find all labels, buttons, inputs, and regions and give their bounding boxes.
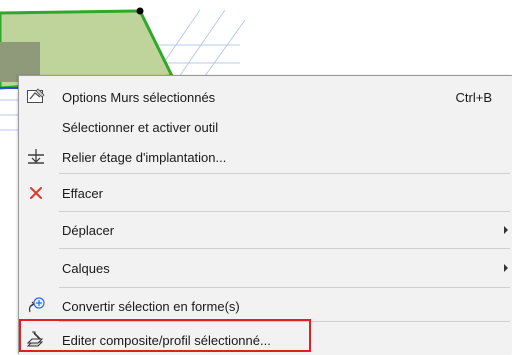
submenu-arrow-icon <box>504 226 508 234</box>
menu-separator <box>59 287 510 288</box>
menu-item-label: Déplacer <box>62 222 115 238</box>
menu-item-shortcut: Ctrl+B <box>455 89 492 105</box>
wall-settings-icon <box>25 86 47 108</box>
convert-shape-icon <box>25 295 47 317</box>
menu-item-edit-composite-profile[interactable]: Editer composite/profil sélectionné... <box>19 325 512 355</box>
menu-item-wall-options[interactable]: Options Murs sélectionnés Ctrl+B <box>19 82 512 112</box>
menu-item-label: Options Murs sélectionnés <box>62 89 216 105</box>
submenu-arrow-icon <box>504 264 508 272</box>
menu-item-label: Calques <box>62 260 110 276</box>
link-story-icon <box>25 146 47 168</box>
menu-separator <box>59 248 510 249</box>
menu-item-label: Relier étage d'implantation... <box>62 149 227 165</box>
context-menu: Options Murs sélectionnés Ctrl+B Sélecti… <box>18 75 512 354</box>
menu-item-move[interactable]: Déplacer <box>19 215 512 245</box>
menu-item-delete[interactable]: Effacer <box>19 178 512 208</box>
menu-item-select-activate-tool[interactable]: Sélectionner et activer outil <box>19 112 512 142</box>
menu-item-layers[interactable]: Calques <box>19 253 512 283</box>
edit-composite-icon <box>25 329 47 351</box>
wall-vertex-handle[interactable] <box>136 7 144 15</box>
menu-item-label: Effacer <box>62 185 103 201</box>
menu-item-convert-to-shape[interactable]: Convertir sélection en forme(s) <box>19 291 512 321</box>
delete-x-icon <box>25 182 47 204</box>
menu-separator <box>59 211 510 212</box>
menu-item-link-story[interactable]: Relier étage d'implantation... <box>19 142 512 172</box>
menu-item-label: Convertir sélection en forme(s) <box>62 298 240 314</box>
menu-item-label: Editer composite/profil sélectionné... <box>62 332 271 348</box>
menu-separator <box>59 321 510 322</box>
menu-separator <box>59 173 510 174</box>
menu-item-label: Sélectionner et activer outil <box>62 119 219 135</box>
